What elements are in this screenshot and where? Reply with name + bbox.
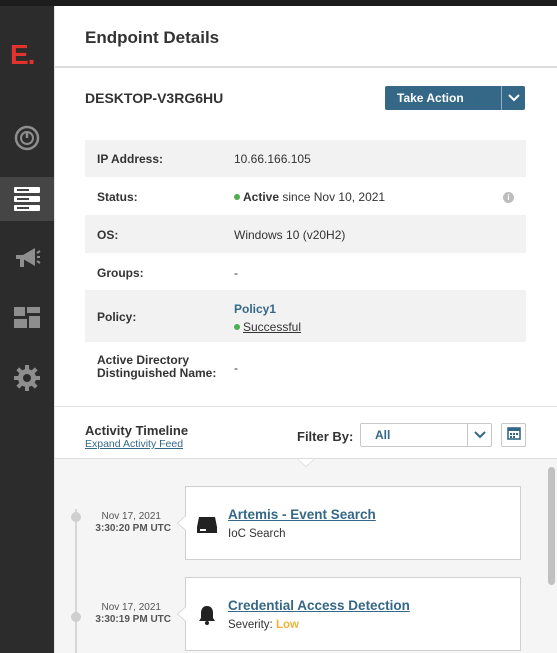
panel-header: Endpoint Details: [55, 6, 557, 68]
event-date: Nov 17, 2021: [101, 602, 162, 613]
status-state: Active: [243, 190, 280, 204]
components-blocks-icon: [13, 305, 41, 331]
timeline-dot: [71, 612, 81, 622]
search-bar-icon: [196, 515, 218, 540]
sidebar-item-components[interactable]: [0, 296, 54, 340]
severity-label: Severity:: [228, 619, 273, 631]
endpoint-details-panel: Endpoint Details DESKTOP-V3RG6HU Take Ac…: [54, 6, 557, 653]
ip-value: 10.66.166.105: [234, 152, 311, 166]
detail-row-os: OS: Windows 10 (v20H2): [85, 215, 526, 253]
ad-label-line1: Active Directory: [97, 353, 190, 367]
detail-row-ad: Active Directory Distinguished Name: -: [85, 342, 526, 394]
timeline-line: [75, 509, 77, 653]
logo[interactable]: E.: [10, 39, 35, 71]
sidebar-item-alerts[interactable]: [0, 236, 54, 280]
detail-row-groups: Groups: -: [85, 253, 526, 290]
timeline-event-card[interactable]: Artemis - Event Search IoC Search: [177, 486, 521, 560]
policy-status-dot: [234, 324, 240, 330]
status-since: since Nov 10, 2021: [282, 190, 386, 204]
endpoint-hostname: DESKTOP-V3RG6HU: [85, 90, 224, 106]
sidebar-item-endpoints[interactable]: [0, 177, 61, 221]
take-action-label[interactable]: Take Action: [385, 86, 501, 110]
alerts-megaphone-icon: [13, 245, 41, 271]
activity-timeline-header: Activity Timeline Expand Activity Feed F…: [55, 406, 557, 460]
sidebar-item-settings[interactable]: [0, 356, 54, 400]
detail-row-status: Status: Active since Nov 10, 2021 i: [85, 177, 526, 215]
os-label: OS:: [97, 228, 119, 242]
filter-selected-value[interactable]: All: [375, 428, 390, 442]
sidebar: E.: [0, 6, 61, 653]
policy-status-link[interactable]: Successful: [243, 320, 301, 334]
scrollbar-thumb[interactable]: [548, 467, 555, 585]
detail-row-policy: Policy: Policy1 Successful: [85, 290, 526, 342]
detail-row-ip: IP Address: 10.66.166.105: [85, 140, 526, 177]
ad-value: -: [234, 361, 238, 375]
severity-value: Low: [275, 619, 299, 631]
event-time: 3:30:20 PM UTC: [95, 523, 171, 534]
status-value: Active since Nov 10, 2021: [234, 190, 385, 204]
ad-label-line2: Distinguished Name:: [97, 366, 217, 380]
os-value: Windows 10 (v20H2): [234, 228, 346, 242]
filter-select[interactable]: All: [360, 423, 492, 447]
event-date: Nov 17, 2021: [101, 511, 162, 522]
feed-pointer-fill: [297, 459, 315, 466]
activity-feed: Nov 17, 2021 3:30:20 PM UTC Artemis - Ev…: [55, 458, 557, 653]
sidebar-item-dashboard[interactable]: [0, 116, 54, 160]
event-time: 3:30:19 PM UTC: [95, 614, 171, 625]
event-title-link[interactable]: Credential Access Detection: [228, 598, 410, 613]
chevron-down-icon[interactable]: [467, 424, 491, 446]
event-subtitle: IoC Search: [228, 528, 286, 540]
details-table: IP Address: 10.66.166.105 Status: Active…: [85, 140, 526, 394]
event-title-link[interactable]: Artemis - Event Search: [228, 507, 376, 522]
groups-value: -: [234, 266, 238, 280]
calendar-button[interactable]: [501, 423, 526, 447]
policy-label: Policy:: [97, 310, 137, 324]
take-action-button[interactable]: Take Action: [385, 86, 525, 110]
groups-label: Groups:: [97, 266, 144, 280]
policy-link[interactable]: Policy1: [234, 302, 276, 316]
dashboard-gauge-icon: [14, 125, 40, 151]
calendar-icon: [506, 426, 521, 445]
status-dot: [234, 194, 240, 200]
event-severity: Severity: Low: [228, 619, 299, 631]
info-icon[interactable]: i: [503, 192, 514, 203]
policy-value: Policy1 Successful: [234, 302, 301, 334]
page-title: Endpoint Details: [85, 28, 220, 47]
endpoints-server-icon: [13, 186, 41, 212]
filter-by-label: Filter By:: [297, 429, 354, 444]
activity-timeline-title: Activity Timeline: [85, 423, 189, 438]
ip-label: IP Address:: [97, 152, 164, 166]
timeline-dot: [71, 512, 81, 522]
timeline-event-card[interactable]: Credential Access Detection Severity: Lo…: [177, 577, 521, 651]
status-label: Status:: [97, 190, 138, 204]
bell-icon: [198, 605, 216, 630]
expand-activity-feed-link[interactable]: Expand Activity Feed: [85, 438, 183, 450]
ad-label: Active Directory Distinguished Name:: [97, 354, 216, 380]
host-row: DESKTOP-V3RG6HU Take Action: [85, 86, 525, 110]
chevron-down-icon[interactable]: [501, 86, 525, 110]
settings-gear-icon: [13, 364, 41, 392]
